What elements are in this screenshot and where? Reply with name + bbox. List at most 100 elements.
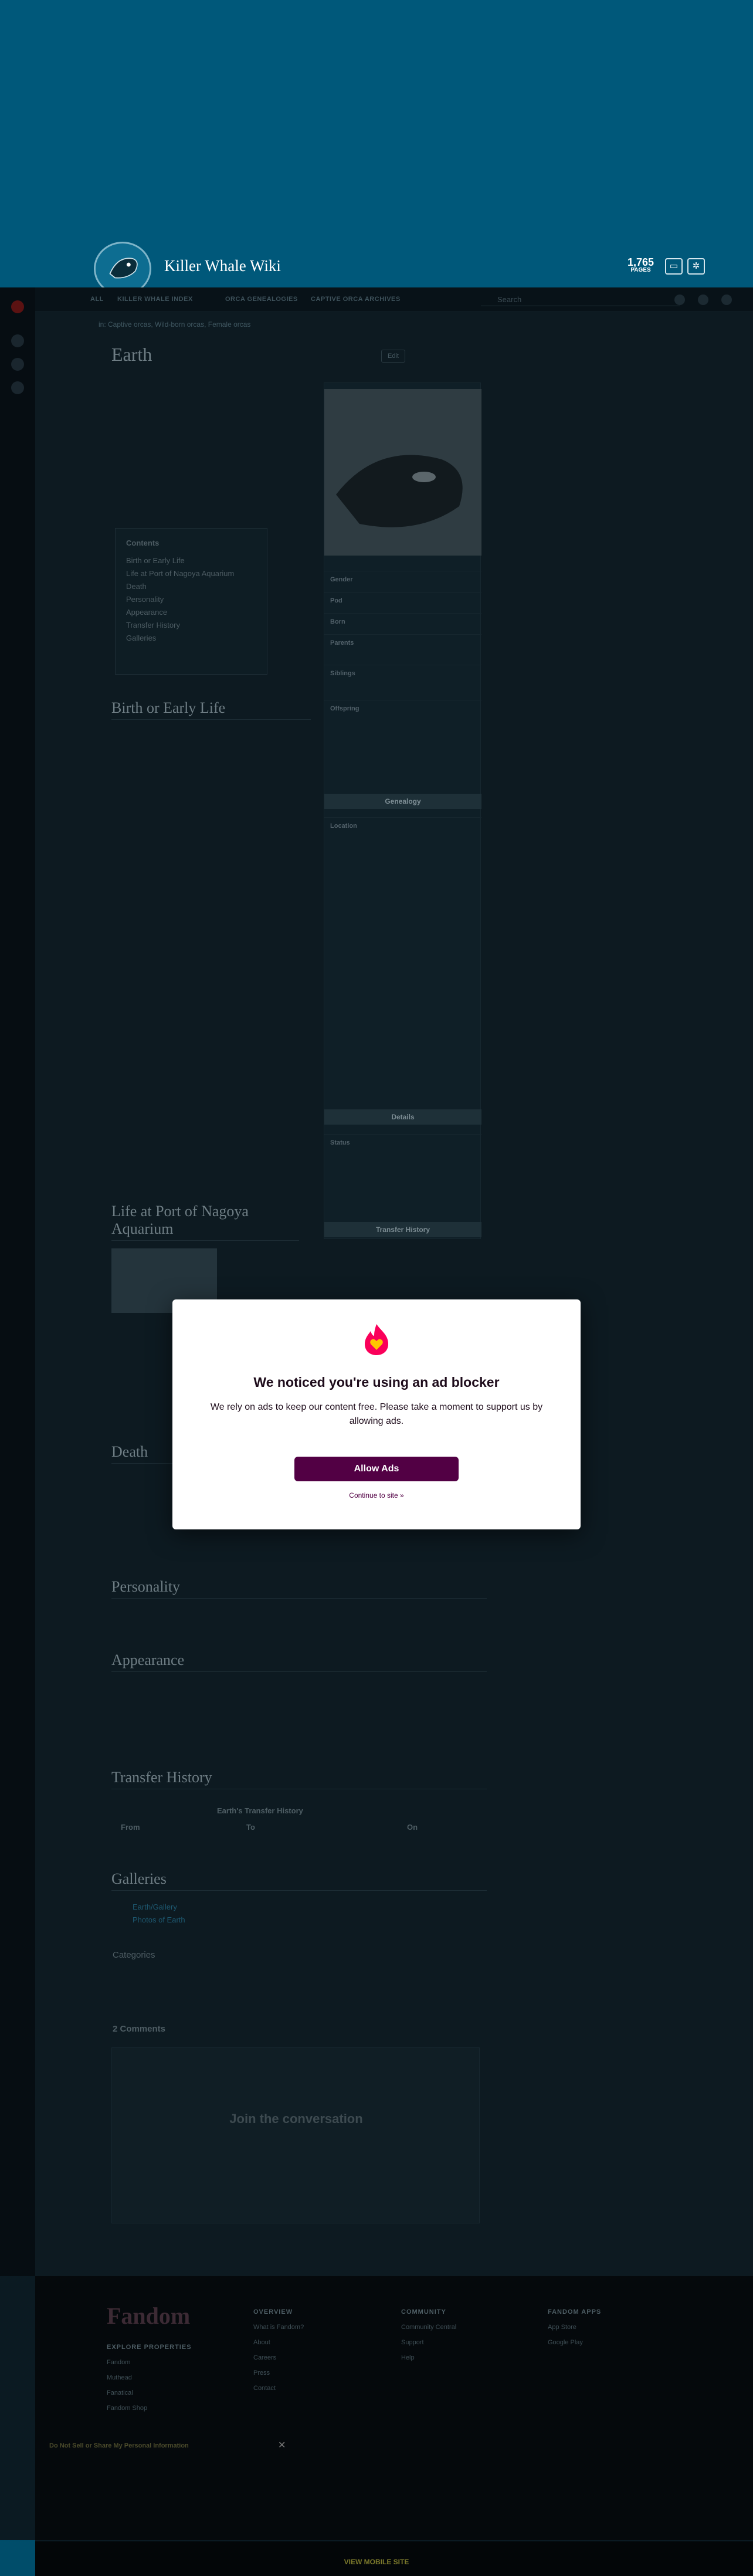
- footer-link[interactable]: Fanatical: [107, 2385, 192, 2401]
- table-of-contents: Contents Birth or Early Life Life at Por…: [115, 528, 267, 675]
- footer-link[interactable]: Help: [401, 2350, 456, 2365]
- infobox-row: Born: [324, 613, 481, 631]
- avatar[interactable]: [721, 295, 732, 305]
- gallery-link[interactable]: Photos of Earth: [133, 1914, 185, 1927]
- pages-number: 1,765: [628, 256, 654, 268]
- section-appearance: Appearance: [111, 1651, 487, 1672]
- infobox-key: Gender: [330, 576, 353, 583]
- footer-link[interactable]: Community Central: [401, 2320, 456, 2335]
- pages-count: 1,765 PAGES: [628, 257, 654, 273]
- wiki-tools-icon[interactable]: ✲: [687, 258, 705, 275]
- footer-column-title: COMMUNITY: [401, 2308, 446, 2316]
- footer-link[interactable]: Contact: [253, 2381, 304, 2396]
- discussions-icon[interactable]: ▭: [665, 258, 683, 275]
- comments-panel: Join the conversation: [111, 2047, 480, 2223]
- close-icon[interactable]: ✕: [278, 2440, 286, 2451]
- footer-link[interactable]: Support: [401, 2335, 456, 2350]
- infobox-image[interactable]: [324, 389, 481, 556]
- nav-link-index[interactable]: KILLER WHALE INDEX: [117, 296, 193, 303]
- fandom-logo-icon[interactable]: [11, 300, 24, 313]
- infobox-section: Transfer History: [324, 1222, 481, 1237]
- infobox-key: Status: [330, 1139, 350, 1146]
- wiki-header: Killer Whale Wiki 1,765 PAGES ▭ ✲: [94, 239, 705, 296]
- wiki-title[interactable]: Killer Whale Wiki: [164, 257, 281, 275]
- nav-link-genealogies[interactable]: ORCA GENEALOGIES: [225, 296, 298, 303]
- app-store-badge[interactable]: App Store: [548, 2320, 601, 2335]
- infobox-row: Pod: [324, 592, 481, 610]
- infobox-key: Location: [330, 822, 357, 830]
- footer-link[interactable]: Press: [253, 2365, 304, 2381]
- pages-label: PAGES: [630, 267, 651, 273]
- messages-icon[interactable]: [674, 295, 685, 305]
- transfer-table-caption: Earth's Transfer History: [217, 1806, 303, 1815]
- footer-column-title: EXPLORE PROPERTIES: [107, 2344, 192, 2351]
- search-icon[interactable]: [11, 358, 24, 371]
- infobox: Gender Pod Born Parents Siblings Offspri…: [324, 382, 481, 1239]
- nav-link-archives[interactable]: CAPTIVE ORCA ARCHIVES: [311, 296, 401, 303]
- fandom-heart-icon: [364, 1323, 389, 1356]
- infobox-key: Parents: [330, 639, 354, 646]
- section-galleries: Galleries: [111, 1870, 487, 1891]
- categories-heading[interactable]: Categories: [113, 1949, 155, 1962]
- footer-link[interactable]: Fandom Shop: [107, 2401, 192, 2416]
- infobox-row: Siblings: [324, 665, 481, 682]
- toc-item[interactable]: Death: [126, 580, 256, 593]
- toc-item[interactable]: Appearance: [126, 606, 256, 619]
- transfer-header-to: To: [246, 1823, 255, 1832]
- transfer-header-on: On: [407, 1823, 418, 1832]
- wiki-nav-bar: ALL KILLER WHALE INDEX ORCA GENEALOGIES …: [35, 287, 753, 312]
- infobox-row: Parents: [324, 634, 481, 652]
- infobox-row: Gender: [324, 571, 481, 588]
- toc-item[interactable]: Birth or Early Life: [126, 554, 256, 567]
- toc-item[interactable]: Personality: [126, 593, 256, 606]
- footer-column: FANDOM APPS App Store Google Play: [548, 2304, 601, 2350]
- infobox-row: Location: [324, 817, 481, 835]
- gallery-link[interactable]: Earth/Gallery: [133, 1901, 177, 1914]
- footer-column: OVERVIEW What is Fandom? About Careers P…: [253, 2304, 304, 2396]
- footer-link[interactable]: Muthead: [107, 2370, 192, 2385]
- footer-column-title: OVERVIEW: [253, 2308, 293, 2316]
- user-icon[interactable]: [11, 381, 24, 394]
- cookie-notice: Do Not Sell or Share My Personal Informa…: [49, 2440, 286, 2528]
- join-conversation-heading: Join the conversation: [229, 2111, 363, 2126]
- page-title: Earth: [111, 344, 152, 365]
- footer-column: COMMUNITY Community Central Support Help: [401, 2304, 456, 2365]
- toc-item[interactable]: Transfer History: [126, 619, 256, 632]
- footer-brand[interactable]: Fandom: [107, 2302, 190, 2330]
- view-mobile-link[interactable]: VIEW MOBILE SITE: [0, 2558, 753, 2566]
- section-nagoya: Life at Port of Nagoya Aquarium: [111, 1203, 299, 1241]
- continue-to-site-link[interactable]: Continue to site »: [172, 1491, 581, 1499]
- section-transfer: Transfer History: [111, 1769, 487, 1789]
- section-personality: Personality: [111, 1578, 487, 1599]
- google-play-badge[interactable]: Google Play: [548, 2335, 601, 2350]
- edit-button[interactable]: Edit: [381, 350, 405, 363]
- comments-heading: 2 Comments: [113, 2024, 166, 2034]
- explore-icon[interactable]: [11, 334, 24, 347]
- infobox-key: Siblings: [330, 670, 355, 677]
- section-birth: Birth or Early Life: [111, 699, 311, 720]
- toc-item[interactable]: Life at Port of Nagoya Aquarium: [126, 567, 256, 580]
- infobox-section: Details: [324, 1109, 481, 1125]
- footer-column-title: FANDOM APPS: [548, 2308, 602, 2316]
- breadcrumb[interactable]: in: Captive orcas, Wild-born orcas, Fema…: [99, 320, 250, 329]
- infobox-key: Pod: [330, 597, 342, 604]
- nav-link-all[interactable]: ALL: [90, 296, 104, 303]
- footer-link[interactable]: What is Fandom?: [253, 2320, 304, 2335]
- footer-link[interactable]: Fandom: [107, 2355, 192, 2370]
- infobox-section: Genealogy: [324, 794, 481, 809]
- modal-text: We rely on ads to keep our content free.…: [210, 1402, 543, 1426]
- footer-link[interactable]: About: [253, 2335, 304, 2350]
- notifications-icon[interactable]: [698, 295, 708, 305]
- cookie-notice-title[interactable]: Do Not Sell or Share My Personal Informa…: [49, 2440, 284, 2451]
- footer-link[interactable]: Careers: [253, 2350, 304, 2365]
- adblock-modal: We noticed you're using an ad blocker We…: [172, 1299, 581, 1529]
- infobox-row: Status: [324, 1134, 481, 1152]
- footer-column: EXPLORE PROPERTIES Fandom Muthead Fanati…: [107, 2340, 192, 2416]
- modal-title: We noticed you're using an ad blocker: [253, 1375, 500, 1390]
- allow-ads-button[interactable]: Allow Ads: [294, 1457, 459, 1481]
- toc-item[interactable]: Galleries: [126, 632, 256, 645]
- global-nav-rail: [0, 287, 35, 2276]
- infobox-row: Offspring: [324, 700, 481, 717]
- search-input[interactable]: Search: [481, 293, 680, 306]
- infobox-key: Born: [330, 618, 345, 625]
